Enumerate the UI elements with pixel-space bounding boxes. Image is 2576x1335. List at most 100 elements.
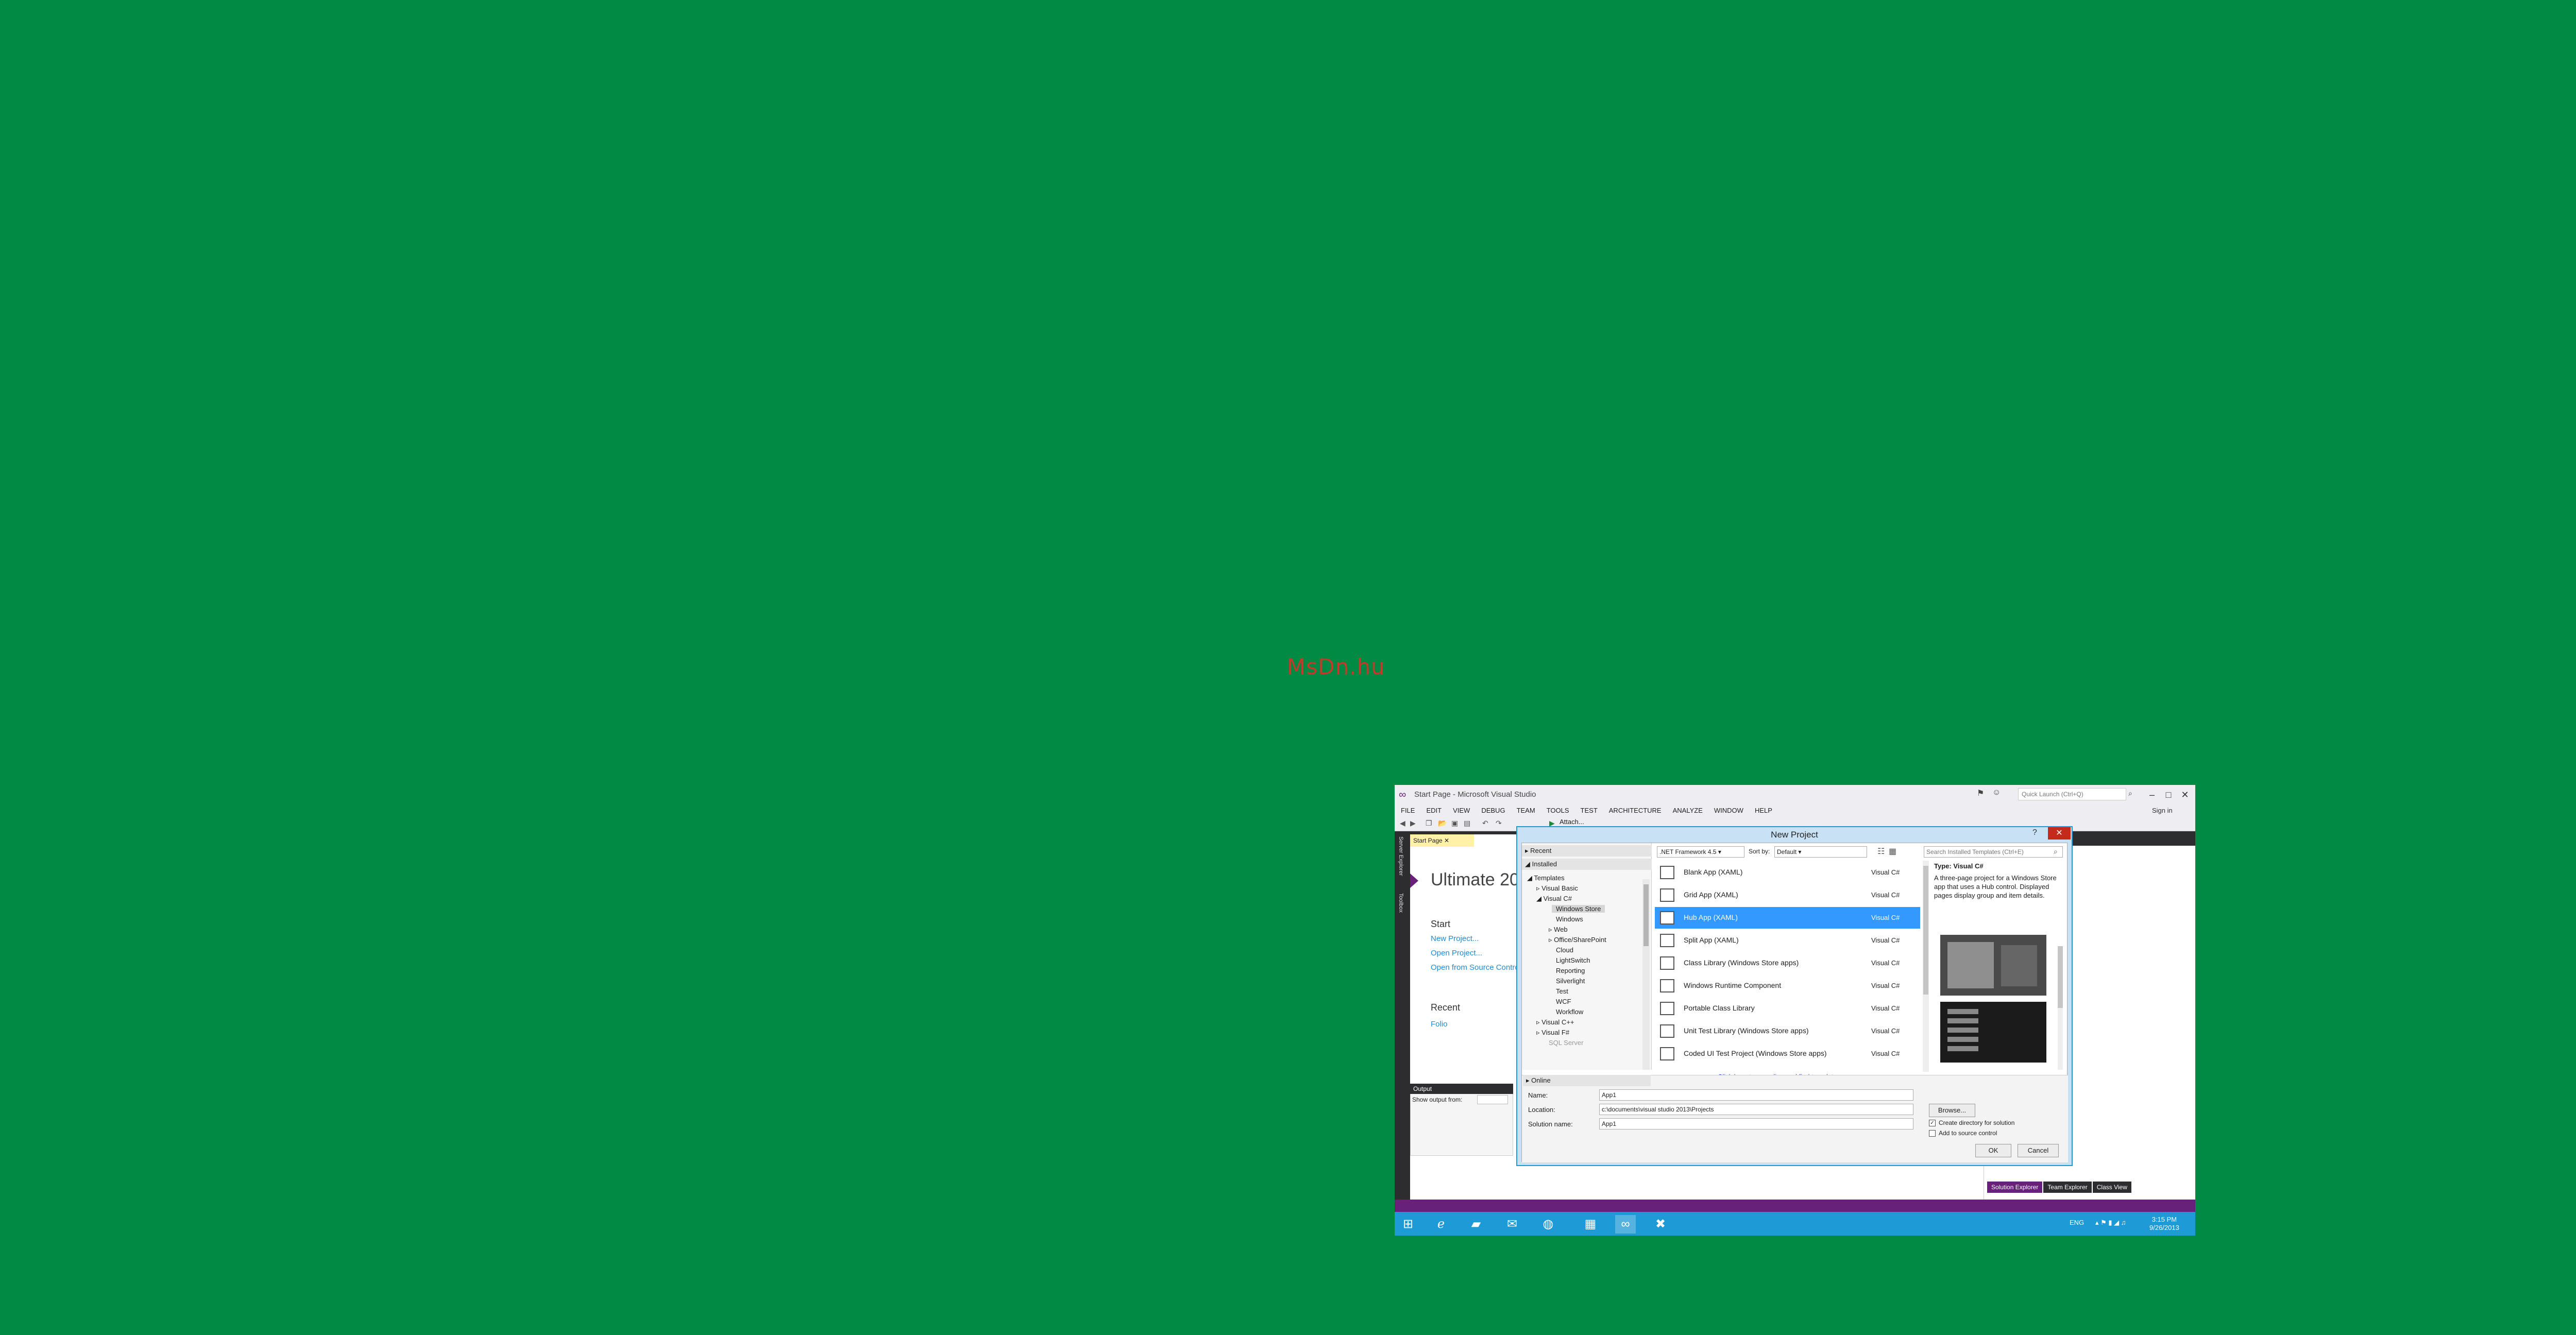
menu-test[interactable]: TEST xyxy=(1581,805,1598,817)
tray-icons[interactable]: ▴ ⚑ ▮ ◢ ♫ xyxy=(2095,1219,2126,1227)
template-item[interactable]: Split App (XAML) Visual C# xyxy=(1655,930,1920,951)
tree-test[interactable]: Test xyxy=(1556,987,1568,995)
tree-recent[interactable]: ▸ Recent xyxy=(1522,845,1652,857)
start-page-tab[interactable]: Start Page ✕ xyxy=(1410,834,1474,847)
visual-studio-taskbar-icon[interactable]: ∞ xyxy=(1615,1215,1636,1234)
outlook-icon[interactable]: ✉ xyxy=(1502,1215,1522,1234)
quick-launch-search-icon[interactable]: ⌕ xyxy=(2128,789,2132,798)
tree-workflow[interactable]: Workflow xyxy=(1556,1008,1583,1016)
template-search-icon[interactable]: ⌕ xyxy=(2054,847,2058,856)
solution-name-input[interactable]: App1 xyxy=(1599,1118,1913,1129)
menu-help[interactable]: HELP xyxy=(1755,805,1772,817)
menu-file[interactable]: FILE xyxy=(1401,805,1415,817)
tree-scroll-thumb[interactable] xyxy=(1643,884,1649,946)
template-item[interactable]: Coded UI Test Project (Windows Store app… xyxy=(1655,1043,1920,1065)
save-all-icon[interactable]: ▤ xyxy=(1464,819,1470,828)
new-project-link[interactable]: New Project... xyxy=(1431,934,1479,943)
menu-team[interactable]: TEAM xyxy=(1517,805,1535,817)
clock[interactable]: 3:15 PM 9/26/2013 xyxy=(2149,1216,2179,1232)
tree-visual-basic[interactable]: ▹ Visual Basic xyxy=(1536,884,1578,893)
location-input[interactable]: c:\documents\visual studio 2013\Projects xyxy=(1599,1104,1913,1115)
tree-lightswitch[interactable]: LightSwitch xyxy=(1556,956,1590,964)
open-file-icon[interactable]: 📂 xyxy=(1438,819,1447,828)
sort-by-select[interactable]: Default ▾ xyxy=(1774,846,1867,858)
forward-icon[interactable]: ▶ xyxy=(1410,819,1416,828)
attach-button[interactable]: Attach... xyxy=(1560,818,1584,826)
dialog-help-button[interactable]: ? xyxy=(2032,828,2037,837)
file-explorer-icon[interactable]: ▰ xyxy=(1466,1215,1486,1234)
show-output-label: Show output from: xyxy=(1412,1096,1463,1103)
tree-templates[interactable]: ◢ Templates xyxy=(1527,874,1565,882)
small-icons-view-icon[interactable]: ☷ xyxy=(1877,846,1885,857)
menu-tools[interactable]: TOOLS xyxy=(1547,805,1569,817)
task-app-icon[interactable]: ▦ xyxy=(1580,1215,1601,1234)
lync-icon[interactable]: ◍ xyxy=(1538,1215,1558,1234)
tree-visual-fsharp[interactable]: ▹ Visual F# xyxy=(1536,1029,1569,1037)
cancel-button[interactable]: Cancel xyxy=(2018,1144,2059,1157)
menu-analyze[interactable]: ANALYZE xyxy=(1673,805,1703,817)
dialog-close-button[interactable]: ✕ xyxy=(2048,827,2071,840)
windows-start-icon[interactable]: ⊞ xyxy=(1398,1215,1418,1234)
tree-office-sharepoint[interactable]: ▹ Office/SharePoint xyxy=(1549,936,1606,944)
browse-button[interactable]: Browse... xyxy=(1929,1104,1975,1117)
template-item[interactable]: Class Library (Windows Store apps) Visua… xyxy=(1655,952,1920,974)
recent-item[interactable]: Folio xyxy=(1431,1020,1448,1029)
tree-visual-csharp[interactable]: ◢ Visual C# xyxy=(1536,895,1572,903)
toolbox-tab[interactable]: Toolbox xyxy=(1398,893,1404,913)
framework-select[interactable]: .NET Framework 4.5 ▾ xyxy=(1657,846,1744,858)
back-icon[interactable]: ◀ xyxy=(1400,819,1405,828)
template-item[interactable]: Grid App (XAML) Visual C# xyxy=(1655,884,1920,906)
description-scrollbar[interactable] xyxy=(2058,946,2063,1070)
tree-silverlight[interactable]: Silverlight xyxy=(1556,977,1585,985)
template-item[interactable]: Portable Class Library Visual C# xyxy=(1655,998,1920,1019)
server-explorer-tab[interactable]: Server Explorer xyxy=(1398,836,1404,876)
tree-wcf[interactable]: WCF xyxy=(1556,998,1571,1005)
team-explorer-tab[interactable]: Team Explorer xyxy=(2043,1182,2092,1193)
tree-online[interactable]: ▸ Online xyxy=(1523,1075,1651,1086)
menu-architecture[interactable]: ARCHITECTURE xyxy=(1609,805,1662,817)
menu-edit[interactable]: EDIT xyxy=(1426,805,1442,817)
sign-in-link[interactable]: Sign in xyxy=(2152,807,2173,814)
tree-sql-server[interactable]: SQL Server xyxy=(1549,1039,1583,1047)
save-icon[interactable]: ▣ xyxy=(1451,819,1458,828)
open-source-control-link[interactable]: Open from Source Control xyxy=(1431,963,1521,972)
add-source-control-checkbox[interactable]: Add to source control xyxy=(1929,1129,1997,1137)
open-project-link[interactable]: Open Project... xyxy=(1431,949,1482,957)
menu-view[interactable]: VIEW xyxy=(1453,805,1470,817)
new-project-icon[interactable]: ❐ xyxy=(1426,819,1432,828)
template-item[interactable]: Blank App (XAML) Visual C# xyxy=(1655,862,1920,883)
description-scroll-thumb[interactable] xyxy=(2058,946,2063,1008)
name-input[interactable]: App1 xyxy=(1599,1089,1913,1101)
internet-explorer-icon[interactable]: ℯ xyxy=(1431,1215,1451,1234)
tree-visual-cpp[interactable]: ▹ Visual C++ xyxy=(1536,1018,1574,1026)
tree-web[interactable]: ▹ Web xyxy=(1549,926,1568,934)
create-directory-checkbox[interactable]: ✓ Create directory for solution xyxy=(1929,1119,2014,1127)
menu-debug[interactable]: DEBUG xyxy=(1481,805,1505,817)
tray-language[interactable]: ENG xyxy=(2070,1219,2084,1226)
tree-reporting[interactable]: Reporting xyxy=(1556,967,1585,974)
menu-window[interactable]: WINDOW xyxy=(1714,805,1743,817)
template-item-selected[interactable]: Hub App (XAML) Visual C# xyxy=(1655,907,1920,929)
undo-icon[interactable]: ↶ xyxy=(1482,819,1488,828)
output-source-select[interactable] xyxy=(1477,1095,1508,1104)
medium-icons-view-icon[interactable]: ▦ xyxy=(1889,846,1896,857)
solution-explorer-tab[interactable]: Solution Explorer xyxy=(1987,1182,2043,1193)
template-list-scrollbar[interactable] xyxy=(1923,861,1929,1072)
template-list-scroll-thumb[interactable] xyxy=(1923,866,1928,995)
redo-icon[interactable]: ↷ xyxy=(1496,819,1502,828)
tree-scrollbar[interactable] xyxy=(1642,879,1650,1070)
class-view-tab[interactable]: Class View xyxy=(2092,1182,2131,1193)
quick-launch-input[interactable]: Quick Launch (Ctrl+Q) xyxy=(2018,788,2126,800)
tree-cloud[interactable]: Cloud xyxy=(1556,946,1573,954)
tree-installed[interactable]: ◢ Installed xyxy=(1522,859,1652,870)
feedback-icon[interactable]: ☺ xyxy=(1992,788,2001,797)
template-search-input[interactable]: Search Installed Templates (Ctrl+E) xyxy=(1924,846,2063,858)
template-item[interactable]: Unit Test Library (Windows Store apps) V… xyxy=(1655,1020,1920,1042)
notifications-icon[interactable]: ⚑ xyxy=(1977,788,1984,798)
template-item[interactable]: Windows Runtime Component Visual C# xyxy=(1655,975,1920,997)
close-window-button[interactable]: ✕ xyxy=(2175,787,2195,802)
ok-button[interactable]: OK xyxy=(1975,1144,2011,1157)
tree-windows[interactable]: Windows xyxy=(1556,915,1583,923)
excel-icon[interactable]: ✖ xyxy=(1650,1215,1671,1234)
tree-windows-store[interactable]: Windows Store xyxy=(1552,905,1605,913)
